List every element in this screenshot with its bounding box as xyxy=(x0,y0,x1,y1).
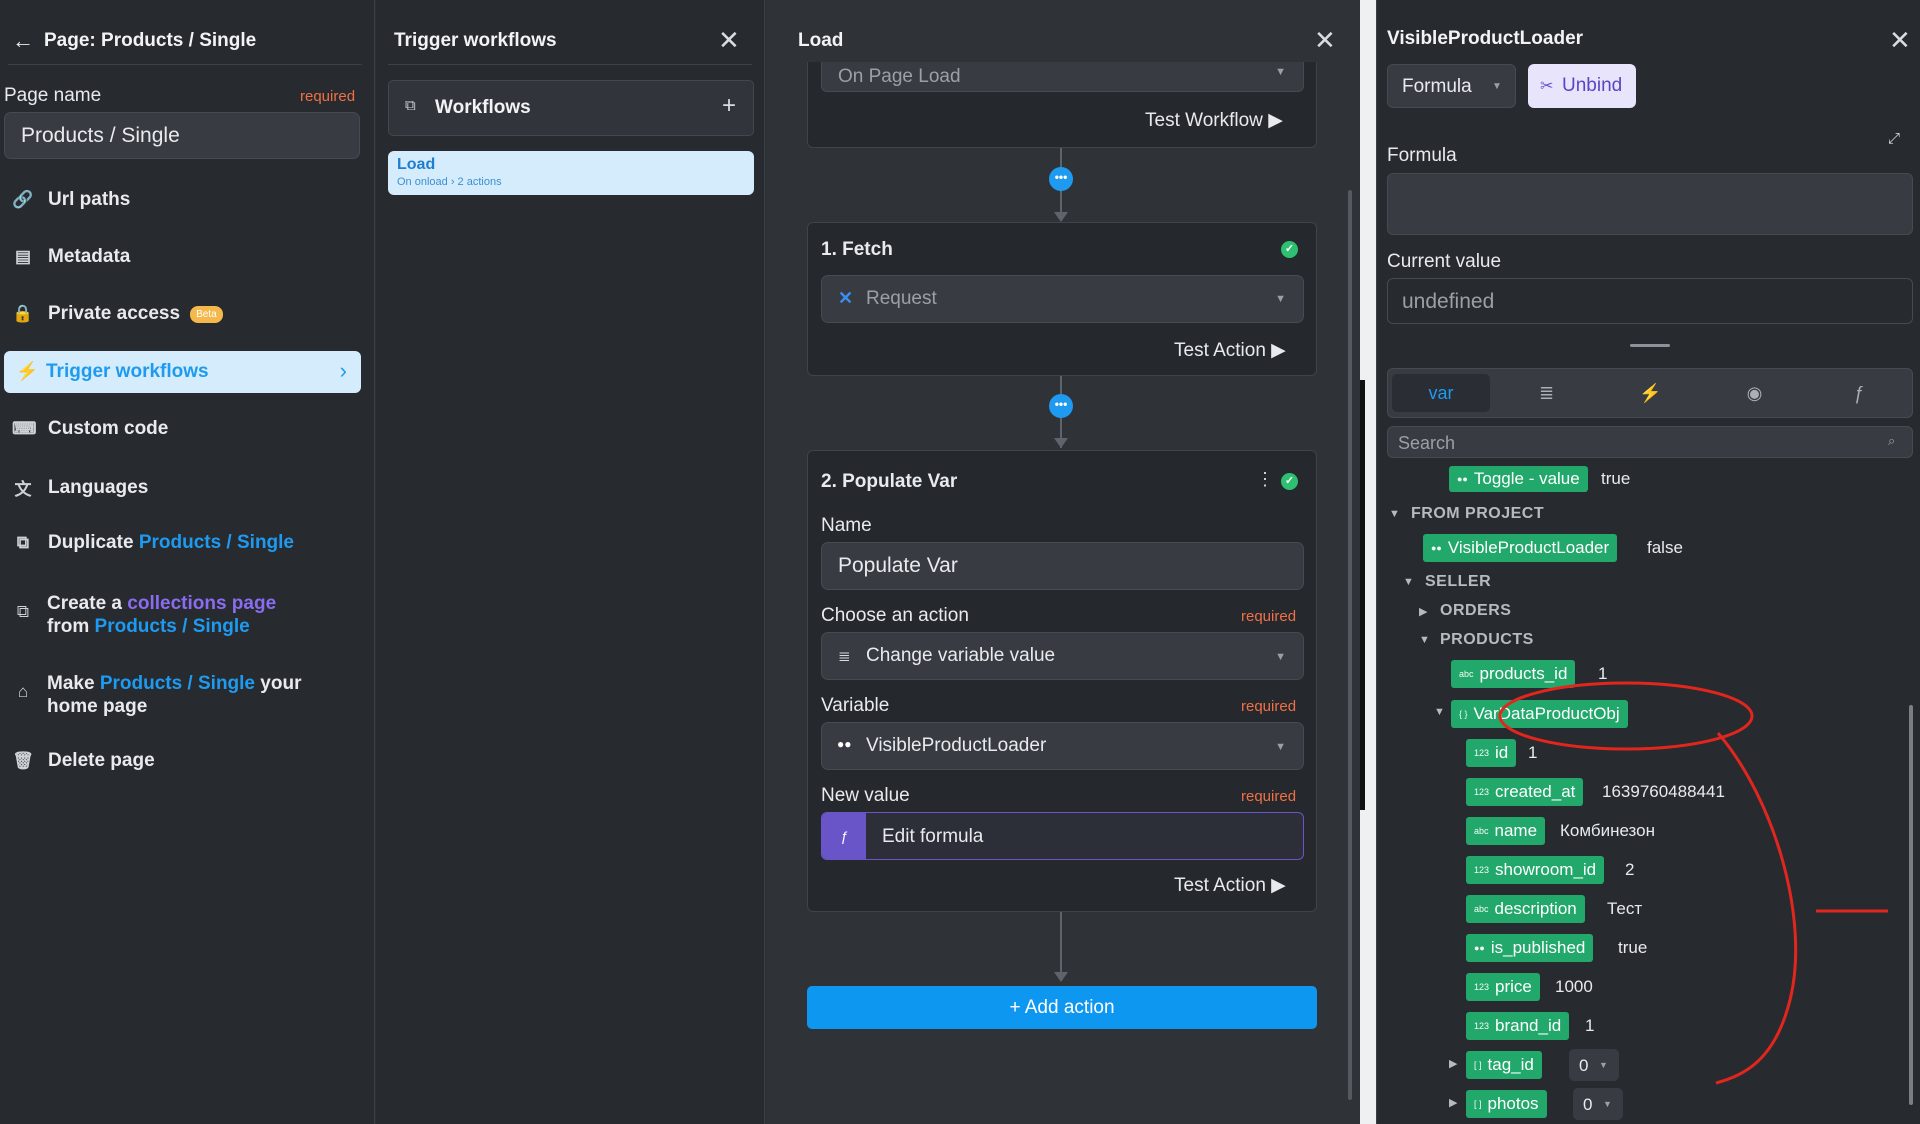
annotation-curve xyxy=(1715,732,1798,1085)
annotation-ellipse xyxy=(1498,681,1754,751)
annotation-overlay xyxy=(1498,681,1888,1085)
